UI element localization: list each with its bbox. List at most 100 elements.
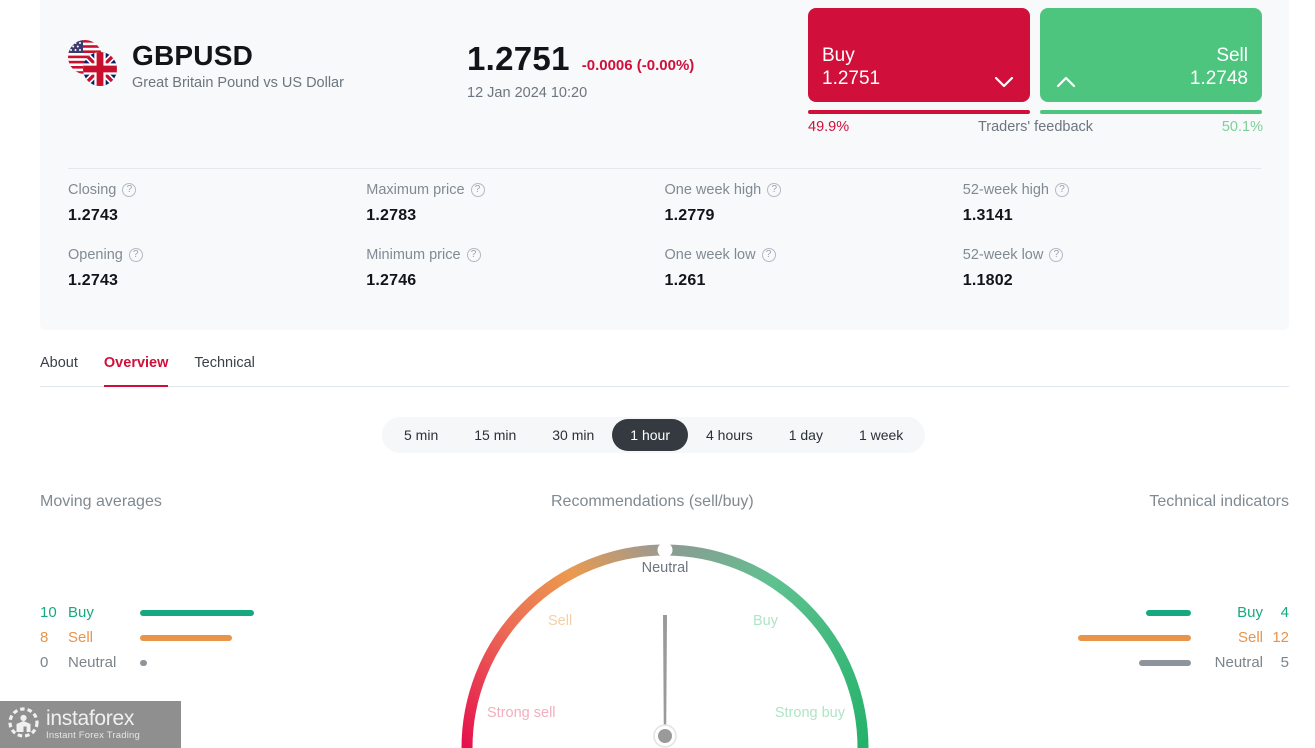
stat-value: 1.2743 bbox=[68, 207, 119, 224]
help-icon[interactable]: ? bbox=[466, 248, 481, 262]
ti-buy-label: Buy bbox=[1237, 604, 1263, 621]
price-block: 1.2751 -0.0006 (-0.00%) 12 Jan 2024 10:2… bbox=[467, 40, 694, 101]
ma-neutral-bar bbox=[140, 659, 147, 666]
ma-row-buy: 10 Buy bbox=[40, 600, 330, 625]
stat-label: Closing bbox=[68, 182, 117, 198]
buy-label: Buy bbox=[822, 44, 855, 66]
stat-label: Maximum price bbox=[366, 182, 465, 198]
instaforex-watermark: instaforex Instant Forex Trading bbox=[0, 701, 181, 748]
gauge-label-strong-sell: Strong sell bbox=[487, 705, 556, 721]
stat-label: One week high bbox=[664, 182, 762, 198]
technical-indicators-title: Technical indicators bbox=[1149, 493, 1289, 510]
period-30-min[interactable]: 30 min bbox=[534, 419, 612, 451]
ti-neutral-bar bbox=[1139, 659, 1191, 666]
stat-value: 1.2779 bbox=[664, 207, 715, 224]
ma-buy-count: 10 bbox=[40, 604, 57, 621]
stat-opening: Opening? 1.2743 bbox=[68, 247, 366, 290]
stat-value: 1.2746 bbox=[366, 272, 417, 289]
quote-card: GBPUSD Great Britain Pound vs US Dollar … bbox=[40, 0, 1289, 330]
gauge-label-neutral: Neutral bbox=[641, 560, 689, 576]
ti-sell-bar bbox=[1078, 634, 1191, 641]
symbol-block: GBPUSD Great Britain Pound vs US Dollar bbox=[68, 40, 344, 92]
moving-averages-chart: 10 Buy 8 Sell 0 Neutral bbox=[40, 600, 330, 675]
gb-flag-icon bbox=[83, 52, 117, 86]
help-icon[interactable]: ? bbox=[128, 248, 143, 262]
feedback-title: Traders' feedback bbox=[977, 119, 1094, 135]
ti-row-buy: Buy 4 bbox=[999, 600, 1289, 625]
instrument-description: Great Britain Pound vs US Dollar bbox=[132, 75, 344, 92]
stat-minimum-price: Minimum price? 1.2746 bbox=[366, 247, 664, 290]
feedback-buy-pct: 49.9% bbox=[808, 119, 850, 135]
gauge-label-buy: Buy bbox=[753, 613, 778, 629]
traders-feedback: 49.9% Traders' feedback 50.1% bbox=[808, 110, 1263, 135]
watermark-brand: instaforex bbox=[46, 707, 135, 731]
quote-timestamp: 12 Jan 2024 10:20 bbox=[467, 85, 588, 101]
moving-averages-title: Moving averages bbox=[40, 493, 162, 510]
technical-indicators-chart: Buy 4 Sell 12 Neutral 5 bbox=[999, 600, 1289, 675]
ti-sell-label: Sell bbox=[1237, 629, 1263, 646]
help-icon[interactable]: ? bbox=[761, 248, 776, 262]
ma-sell-bar bbox=[140, 634, 232, 641]
period-selector: 5 min 15 min 30 min 1 hour 4 hours 1 day… bbox=[382, 417, 926, 453]
buy-price: 1.2751 bbox=[822, 68, 881, 89]
ma-row-neutral: 0 Neutral bbox=[40, 650, 330, 675]
period-1-hour[interactable]: 1 hour bbox=[612, 419, 688, 451]
ma-buy-bar bbox=[140, 609, 254, 616]
gauge-label-strong-buy: Strong buy bbox=[774, 705, 845, 721]
statistics-grid: Closing? 1.2743 Maximum price? 1.2783 On… bbox=[68, 182, 1261, 290]
period-5-min[interactable]: 5 min bbox=[386, 419, 456, 451]
page-title: GBPUSD bbox=[132, 40, 253, 71]
chevron-down-icon[interactable] bbox=[994, 76, 1014, 88]
feedback-buy-bar bbox=[808, 110, 1030, 114]
period-4-hours[interactable]: 4 hours bbox=[688, 419, 771, 451]
feedback-sell-bar bbox=[1040, 110, 1262, 114]
stat-label: 52-week high bbox=[962, 182, 1049, 198]
buy-button[interactable]: Buy 1.2751 bbox=[808, 8, 1030, 102]
stat-label: Opening bbox=[68, 247, 123, 263]
stat-label: 52-week low bbox=[962, 247, 1044, 263]
stat-one-week-low: One week low? 1.261 bbox=[665, 247, 963, 290]
tab-about[interactable]: About bbox=[40, 355, 78, 386]
help-icon[interactable]: ? bbox=[470, 183, 485, 197]
stat-label: One week low bbox=[664, 247, 756, 263]
tab-bar: About Overview Technical bbox=[40, 355, 1289, 387]
stat-one-week-high: One week high? 1.2779 bbox=[665, 182, 963, 225]
ma-buy-label: Buy bbox=[68, 604, 94, 621]
currency-pair-flags bbox=[68, 40, 120, 92]
ma-sell-label: Sell bbox=[68, 629, 94, 646]
instaforex-logo-icon bbox=[8, 706, 39, 743]
stat-52-week-low: 52-week low? 1.1802 bbox=[963, 247, 1261, 290]
ti-neutral-count: 5 bbox=[1280, 654, 1289, 671]
stat-maximum-price: Maximum price? 1.2783 bbox=[366, 182, 664, 225]
stat-value: 1.3141 bbox=[962, 207, 1013, 224]
help-icon[interactable]: ? bbox=[122, 183, 137, 197]
period-1-day[interactable]: 1 day bbox=[771, 419, 841, 451]
period-15-min[interactable]: 15 min bbox=[456, 419, 534, 451]
divider bbox=[68, 168, 1261, 169]
sell-button[interactable]: Sell 1.2748 bbox=[1040, 8, 1262, 102]
quote-page: GBPUSD Great Britain Pound vs US Dollar … bbox=[0, 0, 1315, 748]
tab-technical[interactable]: Technical bbox=[194, 355, 254, 386]
ti-sell-count: 12 bbox=[1272, 629, 1289, 646]
recommendations-gauge: Neutral Sell Buy Strong sell Strong buy bbox=[437, 520, 893, 748]
stat-value: 1.2743 bbox=[68, 272, 119, 289]
period-1-week[interactable]: 1 week bbox=[841, 419, 921, 451]
sell-label: Sell bbox=[1216, 44, 1248, 66]
feedback-sell-pct: 50.1% bbox=[1221, 119, 1263, 135]
stat-52-week-high: 52-week high? 1.3141 bbox=[963, 182, 1261, 225]
help-icon[interactable]: ? bbox=[767, 183, 782, 197]
tab-overview[interactable]: Overview bbox=[103, 355, 168, 387]
chevron-up-icon[interactable] bbox=[1056, 76, 1076, 88]
stat-value: 1.1802 bbox=[962, 272, 1013, 289]
ma-sell-count: 8 bbox=[40, 629, 49, 646]
stat-value: 1.2783 bbox=[366, 207, 417, 224]
help-icon[interactable]: ? bbox=[1049, 248, 1064, 262]
stat-value: 1.261 bbox=[664, 272, 706, 289]
help-icon[interactable]: ? bbox=[1055, 183, 1069, 197]
ti-row-neutral: Neutral 5 bbox=[999, 650, 1289, 675]
ma-row-sell: 8 Sell bbox=[40, 625, 330, 650]
trade-panel: Buy 1.2751 Sell 1.2748 49.9% Traders' fe… bbox=[808, 8, 1263, 135]
ti-row-sell: Sell 12 bbox=[999, 625, 1289, 650]
price-change: -0.0006 (-0.00%) bbox=[581, 57, 695, 74]
ti-buy-bar bbox=[1146, 609, 1191, 616]
